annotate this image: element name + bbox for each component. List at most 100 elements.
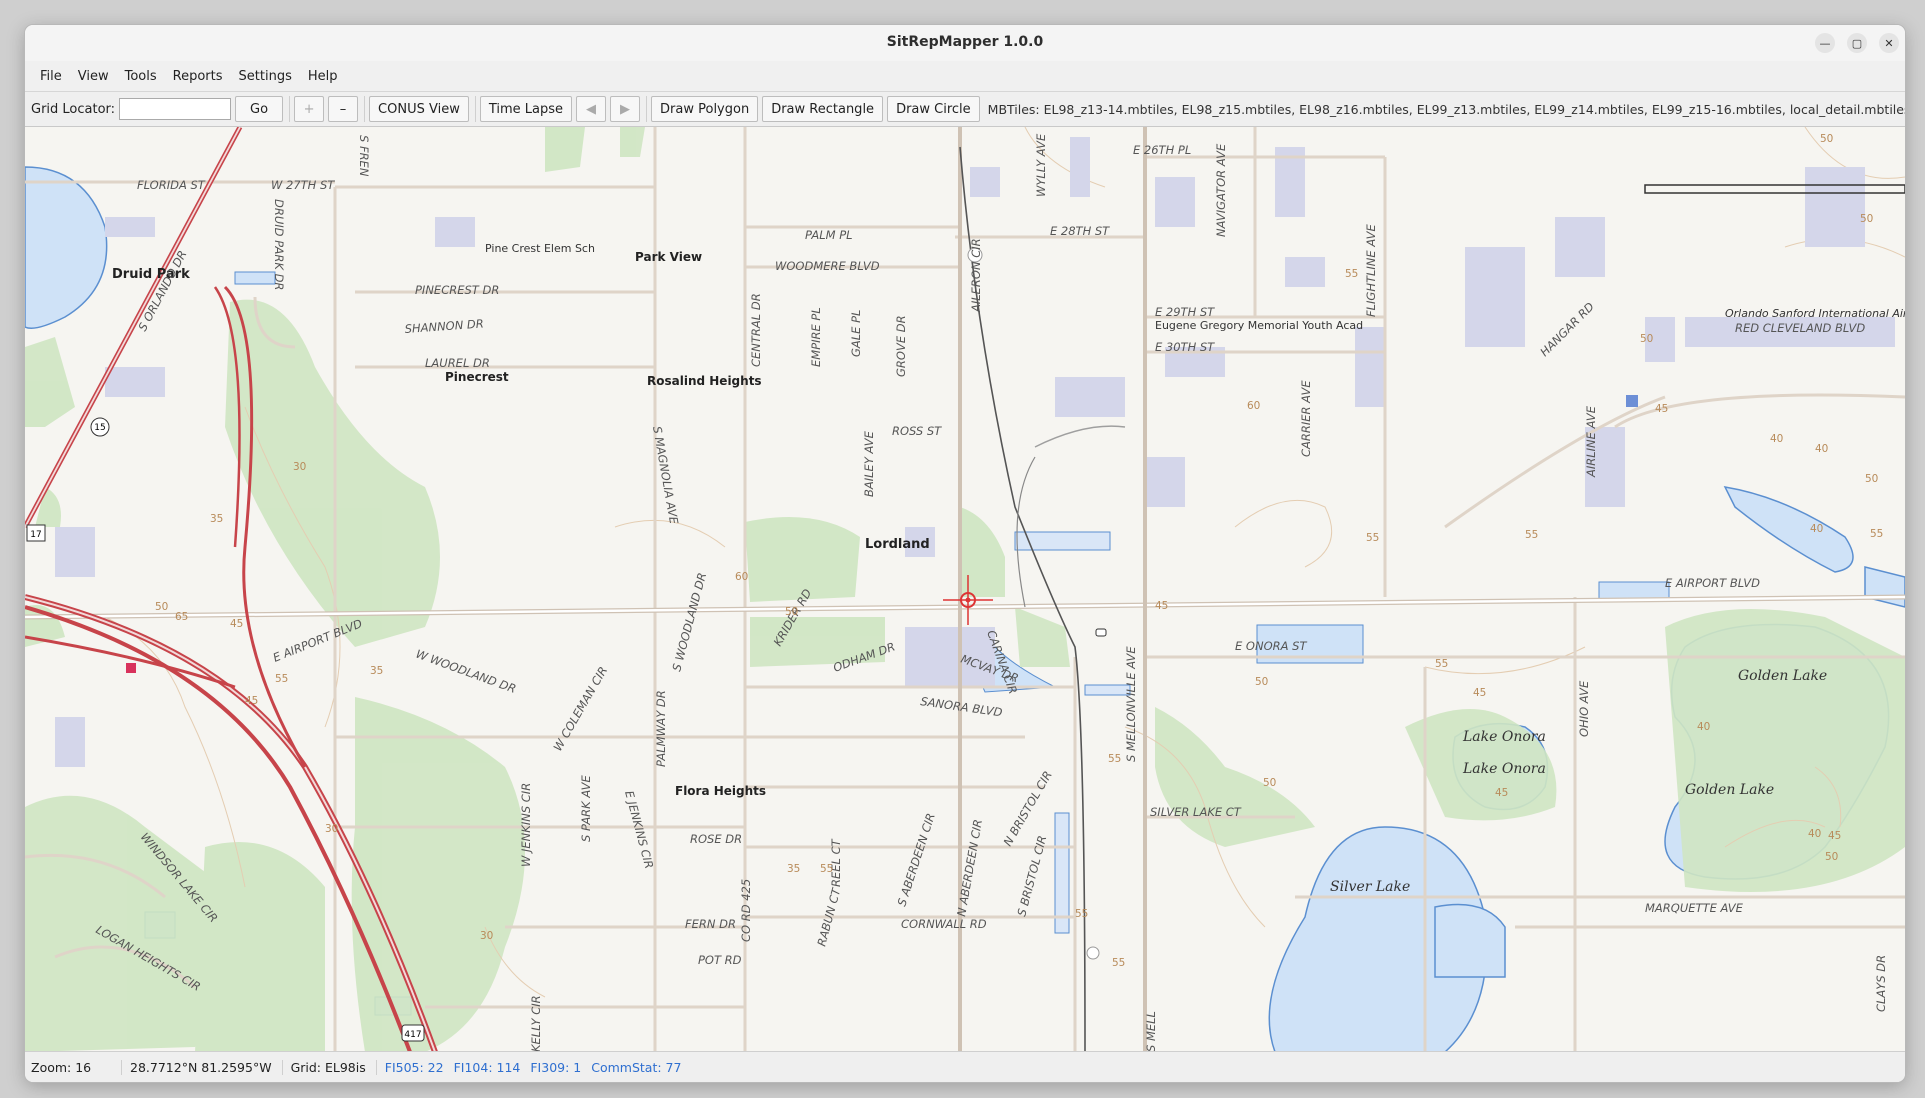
- contour-label: 50: [155, 601, 168, 613]
- maximize-button[interactable]: ▢: [1847, 33, 1867, 53]
- menu-reports[interactable]: Reports: [166, 65, 230, 88]
- street-ross-st: ROSS ST: [892, 424, 942, 438]
- zoom-in-button[interactable]: +: [294, 96, 325, 122]
- contour-label: 40: [1697, 721, 1710, 733]
- building: [1805, 167, 1865, 247]
- street-silver-lake-ct: SILVER LAKE CT: [1150, 805, 1242, 819]
- app-window: SitRepMapper 1.0.0 — ▢ ✕ File View Tools…: [25, 25, 1905, 1082]
- street-aileron-cir: AILERON CIR: [969, 238, 983, 313]
- airport-pond-east: [1864, 566, 1905, 608]
- building: [1555, 217, 1605, 277]
- contour-label: 55: [1870, 528, 1883, 540]
- building: [970, 167, 1000, 197]
- contour-label: 50: [1263, 777, 1276, 789]
- menu-view[interactable]: View: [71, 65, 116, 88]
- forest-area: [960, 507, 1005, 597]
- label-lake-onora-2: Lake Onora: [1462, 761, 1546, 777]
- crosshair-dot: [965, 597, 971, 603]
- draw-circle-button[interactable]: Draw Circle: [887, 96, 980, 122]
- contour-label: 55: [1112, 957, 1125, 969]
- building: [1155, 177, 1195, 227]
- status-bar: Zoom: 16 28.7712°N 81.2595°W Grid: EL98i…: [25, 1051, 1905, 1082]
- street-rose-dr: ROSE DR: [690, 832, 742, 846]
- street-grove-dr: GROVE DR: [894, 315, 908, 377]
- status-fi104[interactable]: FI104: 114: [454, 1060, 521, 1075]
- contour-label: 40: [1770, 433, 1783, 445]
- contour-label: 45: [1495, 787, 1508, 799]
- south-pond: [1434, 903, 1506, 978]
- toolbar-separator: [289, 96, 291, 122]
- building: [55, 717, 85, 767]
- next-frame-button[interactable]: ▶: [610, 96, 641, 122]
- close-button[interactable]: ✕: [1879, 33, 1899, 53]
- marsh-strip: [1054, 812, 1070, 934]
- go-button[interactable]: Go: [235, 96, 284, 122]
- contour-label: 45: [245, 695, 258, 707]
- building: [905, 627, 995, 687]
- building: [55, 527, 95, 577]
- shield-17-label: 17: [30, 530, 41, 540]
- status-commstat[interactable]: CommStat: 77: [591, 1060, 681, 1075]
- building: [1355, 327, 1385, 407]
- street-e-airport-blvd: E AIRPORT BLVD: [1665, 576, 1760, 590]
- building: [1145, 457, 1185, 507]
- street-woodmere-blvd: WOODMERE BLVD: [775, 259, 880, 273]
- contour-label: 45: [1473, 687, 1486, 699]
- contour-label: 30: [325, 823, 338, 835]
- poi-airport: Orlando Sanford International Airport: [1725, 307, 1905, 320]
- place-flora-heights: Flora Heights: [675, 784, 766, 798]
- street-gale-pl: GALE PL: [849, 310, 863, 357]
- grid-locator-input[interactable]: [119, 98, 232, 120]
- menu-file[interactable]: File: [33, 65, 69, 88]
- status-fi309[interactable]: FI309: 1: [530, 1060, 581, 1075]
- menu-settings[interactable]: Settings: [232, 65, 299, 88]
- mbtiles-list: MBTiles: EL98_z13-14.mbtiles, EL98_z15.m…: [987, 101, 1905, 117]
- rail-spur: [1034, 425, 1126, 448]
- poi-pine-crest-elem: Pine Crest Elem Sch: [485, 242, 595, 255]
- previous-frame-button[interactable]: ◀: [576, 96, 607, 122]
- window-title: SitRepMapper 1.0.0: [886, 34, 1044, 50]
- street-w-coleman-cir: W COLEMAN CIR: [550, 664, 610, 753]
- building: [435, 217, 475, 247]
- title-bar[interactable]: SitRepMapper 1.0.0 — ▢ ✕: [25, 25, 1905, 62]
- draw-rectangle-button[interactable]: Draw Rectangle: [762, 96, 884, 122]
- street-w-woodland-dr: W WOODLAND DR: [414, 647, 518, 696]
- toolbar-separator: [646, 96, 648, 122]
- rail-crossing-icon: [1095, 628, 1107, 637]
- conus-view-button[interactable]: CONUS View: [369, 96, 469, 122]
- street-pinecrest-dr: PINECREST DR: [415, 283, 499, 297]
- forest-area: [351, 697, 525, 1052]
- grid-locator-label: Grid Locator:: [31, 101, 116, 117]
- forest-area: [25, 337, 75, 427]
- minimize-button[interactable]: —: [1815, 33, 1835, 53]
- contour-label: 65: [175, 611, 188, 623]
- contour-label: 30: [293, 461, 306, 473]
- map-svg[interactable]: 15 17 417 Druid Park Park View Rosalind …: [25, 127, 1905, 1052]
- street-e-28th-st: E 28TH ST: [1050, 224, 1110, 238]
- street-ohio-ave: OHIO AVE: [1577, 680, 1591, 737]
- fuel-icon: [126, 663, 136, 673]
- zoom-out-button[interactable]: –: [328, 96, 359, 122]
- contour-label: 45: [1828, 830, 1841, 842]
- forest-area: [1155, 707, 1315, 847]
- menu-bar: File View Tools Reports Settings Help: [25, 61, 1905, 92]
- toolbar-separator: [364, 96, 366, 122]
- shield-17: 17: [26, 524, 46, 542]
- time-lapse-button[interactable]: Time Lapse: [479, 96, 573, 122]
- airport-icon: [1626, 395, 1638, 407]
- street-co-rd-425: CO RD 425: [739, 879, 753, 942]
- contour-label: 50: [1825, 851, 1838, 863]
- draw-polygon-button[interactable]: Draw Polygon: [651, 96, 759, 122]
- status-fi505[interactable]: FI505: 22: [385, 1060, 444, 1075]
- menu-tools[interactable]: Tools: [118, 65, 164, 88]
- street-s-mell: S MELL: [1144, 1011, 1158, 1052]
- contour-label: 45: [230, 618, 243, 630]
- shield-15-label: 15: [94, 423, 105, 433]
- map-canvas[interactable]: 15 17 417 Druid Park Park View Rosalind …: [25, 127, 1905, 1052]
- contour-label: 60: [1247, 400, 1260, 412]
- menu-help[interactable]: Help: [301, 65, 345, 88]
- status-grid: Grid: EL98is: [291, 1059, 377, 1075]
- contour-label: 45: [1655, 403, 1668, 415]
- contour-label: 40: [1815, 443, 1828, 455]
- forest-area: [1015, 607, 1070, 667]
